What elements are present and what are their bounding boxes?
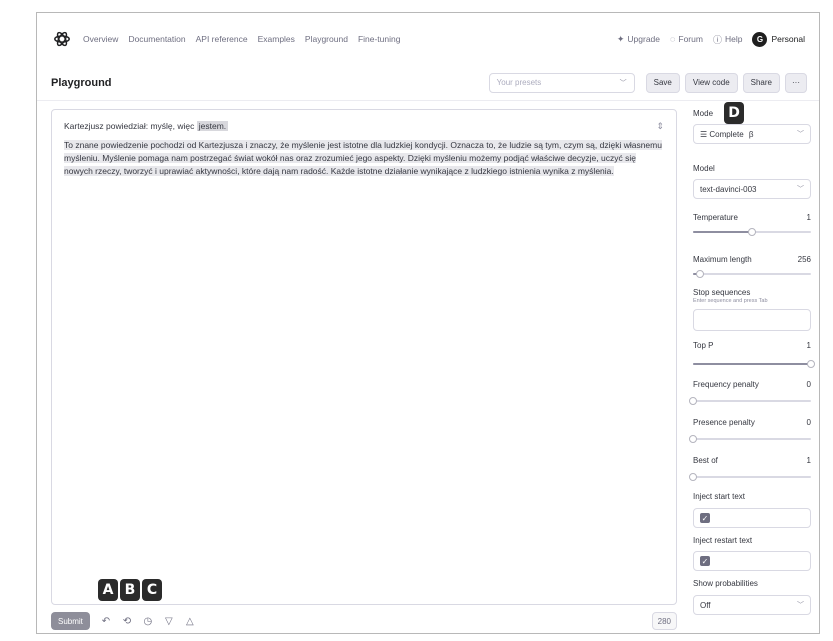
slider-handle[interactable] — [689, 435, 697, 443]
settings-sidebar: Mode ☰ Complete β ﹀ Model text-davinci-0… — [689, 107, 815, 627]
avatar: G — [752, 31, 768, 47]
callout-a: A — [98, 579, 118, 601]
account-menu[interactable]: G Personal — [752, 31, 805, 47]
stop-sequences-label: Stop sequences — [693, 288, 751, 297]
preset-select[interactable]: Your presets ﹀ — [488, 72, 635, 93]
thumbs-down-icon[interactable]: ▽ — [161, 613, 177, 629]
openai-logo-icon[interactable] — [53, 30, 71, 48]
presence-penalty-value[interactable]: 0 — [807, 418, 811, 427]
frequency-penalty-slider[interactable] — [689, 397, 811, 405]
nav-documentation[interactable]: Documentation — [128, 34, 185, 44]
presence-penalty-label: Presence penalty — [693, 418, 755, 427]
prompt-highlight: jestem. — [196, 121, 229, 131]
nav-fine-tuning[interactable]: Fine-tuning — [358, 34, 401, 44]
info-icon[interactable]: ⇕ — [656, 120, 664, 133]
slider-handle[interactable] — [807, 360, 815, 368]
thumbs-up-icon[interactable]: △ — [182, 613, 198, 629]
prompt-prefix: Kartezjusz powiedział: myślę, więc — [64, 121, 197, 131]
frequency-penalty-value[interactable]: 0 — [807, 380, 811, 389]
mode-label: Mode — [693, 109, 714, 118]
callout-d: D — [724, 102, 744, 124]
page-title: Playground — [51, 76, 112, 89]
editor-actions: Submit ↶ ⟲ ◷ ▽ △ 280 — [51, 611, 677, 631]
document-icon: ☰ — [700, 129, 708, 139]
model-label: Model — [693, 164, 715, 173]
slider-handle[interactable] — [696, 270, 705, 278]
max-length-label: Maximum length — [693, 255, 752, 264]
show-probabilities-value: Off — [700, 600, 711, 610]
temperature-label: Temperature — [693, 213, 738, 222]
upgrade-icon: ✦ — [616, 33, 625, 44]
preset-placeholder: Your presets — [496, 78, 542, 87]
beta-badge: β — [748, 129, 754, 139]
chevron-down-icon: ﹀ — [619, 79, 627, 87]
playground-toolbar: Playground Your presets ﹀ Save View code… — [37, 65, 819, 101]
inject-restart-label: Inject restart text — [693, 536, 753, 545]
chevron-down-icon: ﹀ — [797, 131, 804, 138]
nav-examples[interactable]: Examples — [258, 34, 295, 44]
inject-restart-field: ✓ — [693, 551, 811, 571]
show-probabilities-select[interactable]: Off ﹀ — [693, 595, 811, 615]
share-button[interactable]: Share — [742, 72, 780, 93]
save-button[interactable]: Save — [645, 72, 680, 93]
presence-penalty-slider[interactable] — [689, 435, 811, 443]
top-p-value[interactable]: 1 — [807, 341, 811, 350]
upgrade-link[interactable]: ✦ Upgrade — [617, 34, 660, 45]
stop-sequences-hint: Enter sequence and press Tab — [693, 298, 768, 304]
best-of-label: Best of — [693, 456, 718, 465]
forum-label: Forum — [678, 34, 703, 44]
max-length-slider[interactable] — [693, 270, 811, 278]
top-nav: Overview Documentation API reference Exa… — [37, 13, 819, 65]
prompt-text: Kartezjusz powiedział: myślę, więc jeste… — [64, 120, 664, 133]
undo-icon[interactable]: ↶ — [98, 613, 114, 629]
model-value: text-davinci-003 — [700, 184, 757, 194]
show-probabilities-label: Show probabilities — [693, 579, 758, 588]
mode-select[interactable]: ☰ Complete β ﹀ — [693, 124, 811, 144]
chevron-down-icon: ﹀ — [797, 602, 804, 609]
frequency-penalty-label: Frequency penalty — [693, 380, 759, 389]
mode-value: Complete — [709, 129, 744, 139]
playground-window: Overview Documentation API reference Exa… — [36, 12, 820, 634]
submit-button[interactable]: Submit — [51, 612, 90, 630]
upgrade-label: Upgrade — [627, 34, 661, 44]
top-p-label: Top P — [693, 341, 714, 350]
top-p-slider[interactable] — [693, 360, 815, 368]
forum-link[interactable]: ◌ Forum — [670, 34, 703, 44]
mode-value-wrap: ☰ Complete β — [700, 130, 754, 139]
help-circle-icon: ⓘ — [712, 34, 722, 45]
regenerate-icon[interactable]: ⟲ — [119, 613, 135, 629]
nav-api-reference[interactable]: API reference — [196, 34, 248, 44]
view-code-button[interactable]: View code — [684, 72, 738, 93]
chevron-down-icon: ﹀ — [797, 186, 804, 193]
more-options-button[interactable]: ··· — [785, 72, 807, 93]
best-of-slider[interactable] — [689, 473, 811, 481]
slider-handle[interactable] — [748, 228, 756, 236]
nav-overview[interactable]: Overview — [83, 34, 118, 44]
history-icon[interactable]: ◷ — [140, 613, 156, 629]
inject-start-label: Inject start text — [693, 492, 746, 501]
max-length-value[interactable]: 256 — [798, 255, 811, 264]
model-select[interactable]: text-davinci-003 ﹀ — [693, 179, 811, 199]
temperature-value[interactable]: 1 — [807, 213, 811, 222]
inject-start-checkbox[interactable]: ✓ — [700, 513, 710, 523]
help-link[interactable]: ⓘ Help — [713, 33, 743, 46]
chat-bubble-icon: ◌ — [670, 34, 676, 44]
inject-restart-checkbox[interactable]: ✓ — [700, 556, 710, 566]
account-label: Personal — [771, 34, 805, 44]
slider-handle[interactable] — [689, 473, 697, 481]
help-label: Help — [724, 34, 743, 44]
nav-playground[interactable]: Playground — [305, 34, 348, 44]
best-of-value[interactable]: 1 — [807, 456, 811, 465]
slider-handle[interactable] — [689, 397, 697, 405]
completion-highlight: To znane powiedzenie pochodzi od Kartezj… — [64, 140, 662, 176]
temperature-slider[interactable] — [693, 228, 811, 236]
completion-text: To znane powiedzenie pochodzi od Kartezj… — [64, 139, 664, 178]
token-count: 280 — [651, 612, 677, 630]
callout-b: B — [120, 579, 140, 601]
inject-start-field: ✓ — [693, 508, 811, 528]
stop-sequences-input[interactable] — [693, 309, 811, 331]
prompt-editor[interactable]: ⇕ Kartezjusz powiedział: myślę, więc jes… — [51, 109, 677, 605]
callout-c: C — [142, 579, 162, 601]
